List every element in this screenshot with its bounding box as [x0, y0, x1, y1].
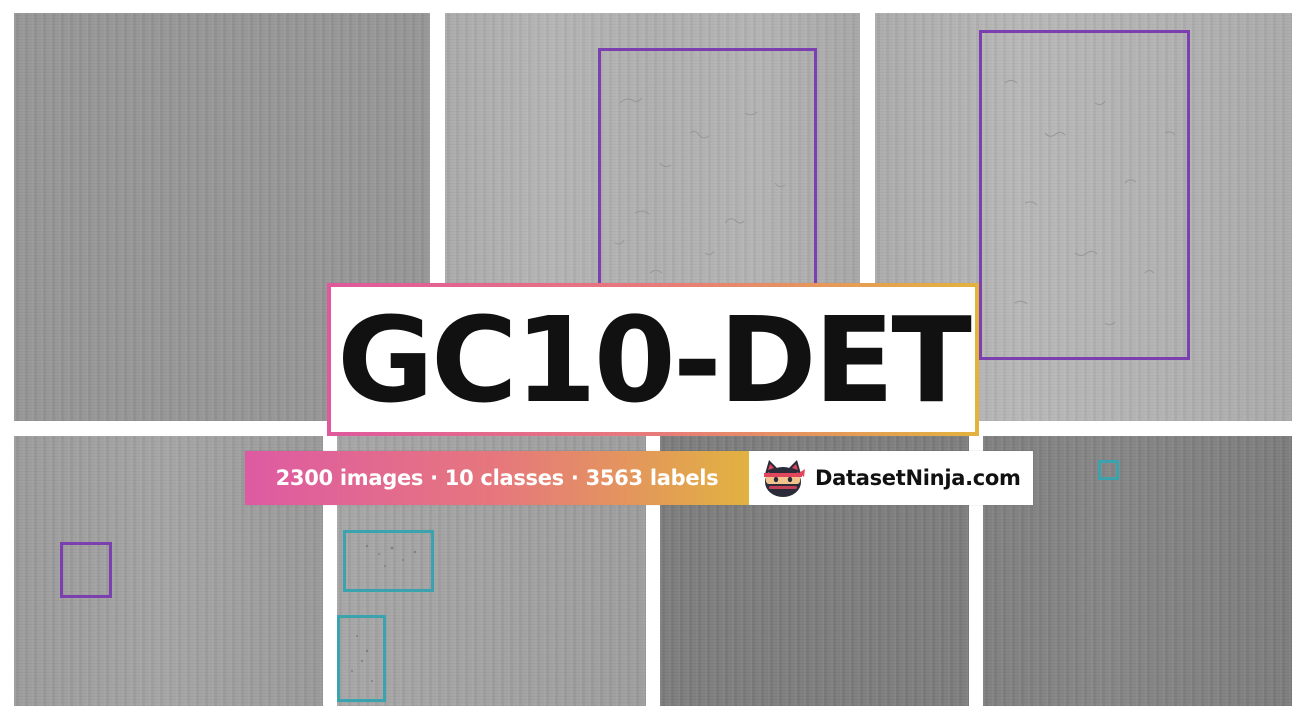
defect-bbox: [337, 615, 386, 702]
defect-bbox: [979, 30, 1190, 360]
dataset-title: GC10-DET: [337, 290, 972, 429]
defect-bbox: [1098, 460, 1119, 480]
class-count: 10 classes: [444, 466, 564, 490]
brand-link[interactable]: DatasetNinja.com: [749, 451, 1033, 505]
ninja-cat-icon: [764, 460, 805, 497]
stats-bar: 2300 images · 10 classes · 3563 labels D…: [245, 451, 1033, 505]
title-banner: GC10-DET: [327, 283, 979, 436]
stats-separator: ·: [430, 466, 438, 490]
stats-separator: ·: [570, 466, 579, 490]
defect-bbox: [598, 48, 817, 308]
dataset-stats: 2300 images · 10 classes · 3563 labels: [245, 451, 749, 505]
label-count: 3563 labels: [585, 466, 719, 490]
brand-name: DatasetNinja.com: [815, 466, 1021, 490]
defect-bbox: [60, 542, 112, 598]
defect-bbox: [343, 530, 434, 592]
image-count: 2300 images: [275, 466, 424, 490]
